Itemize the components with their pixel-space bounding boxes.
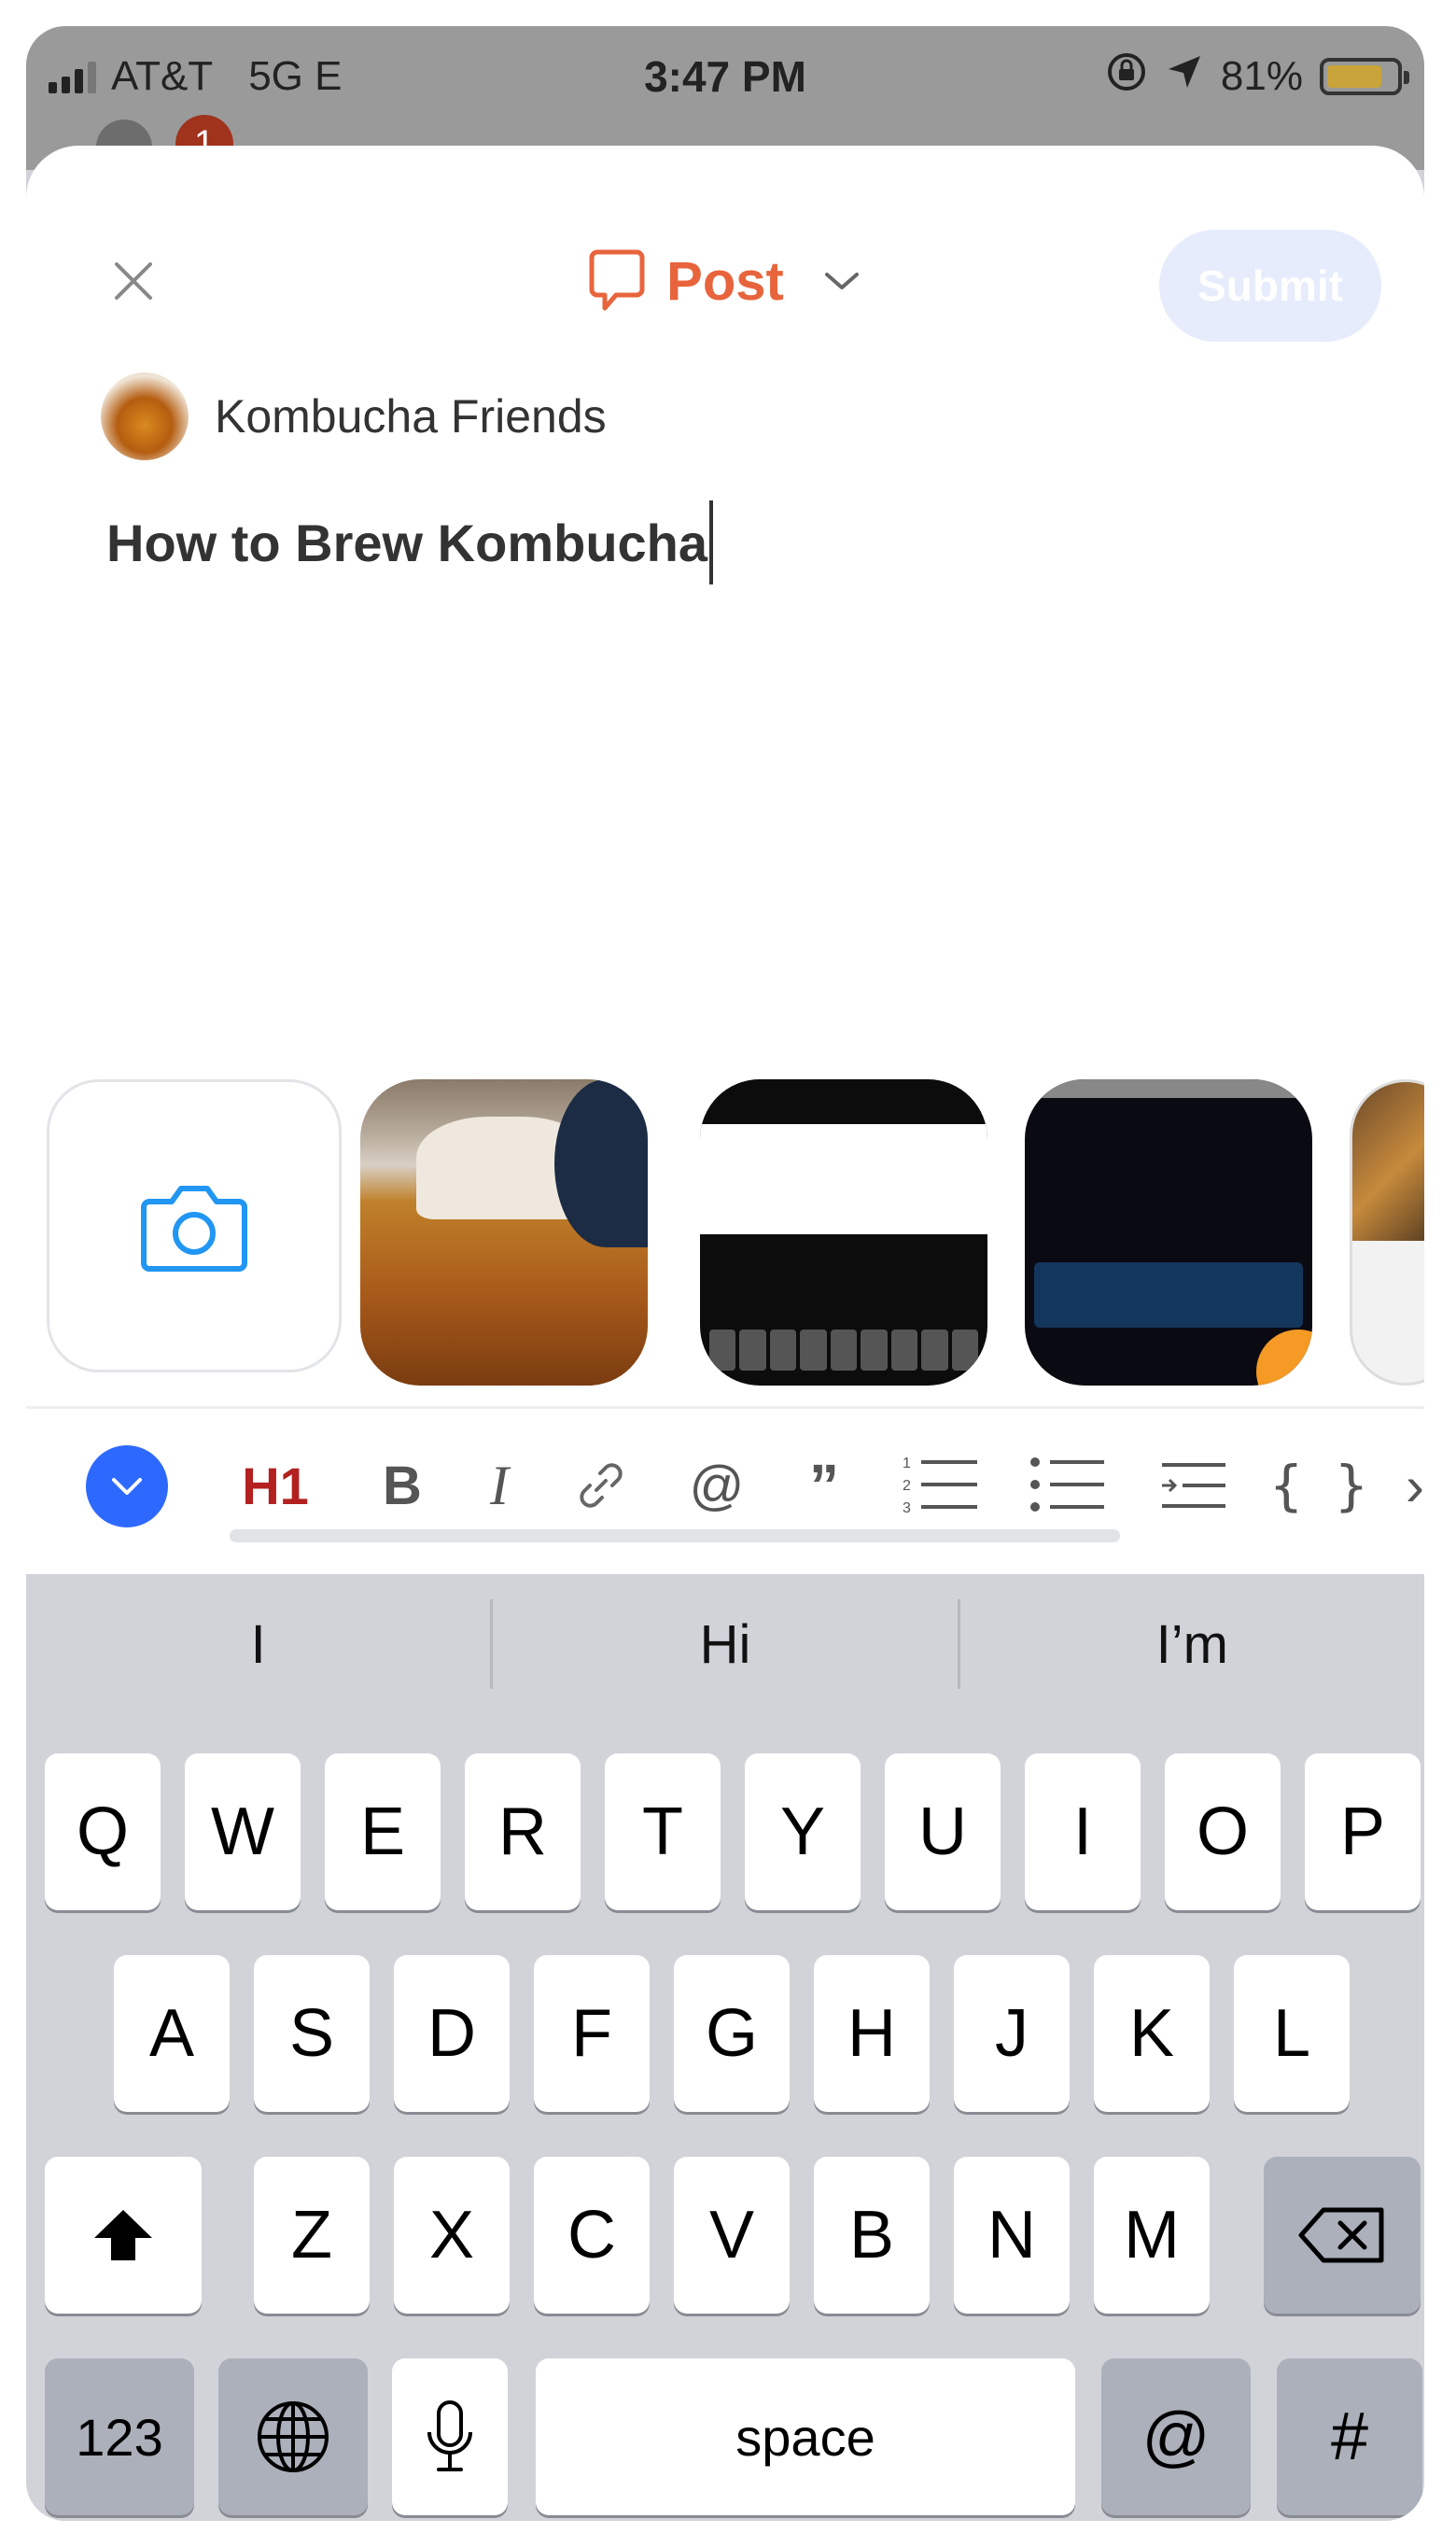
chevron-down-icon [112,1478,142,1495]
key-b[interactable]: B [814,2157,930,2314]
space-avatar [101,373,189,460]
screenshot-keyboard [709,1330,978,1371]
rotation-lock-icon [1105,50,1148,104]
key-t[interactable]: T [605,1753,721,1910]
key-o[interactable]: O [1165,1753,1281,1910]
italic-button[interactable]: I [467,1443,532,1527]
key-m[interactable]: M [1094,2157,1210,2314]
key-c[interactable]: C [534,2157,650,2314]
tiger-image [1352,1082,1424,1241]
code-block-button[interactable]: { } [1267,1443,1370,1527]
shift-icon [94,2210,152,2260]
key-x[interactable]: X [394,2157,510,2314]
key-y[interactable]: Y [745,1753,861,1910]
photo-thumbnail-article[interactable] [1350,1079,1424,1386]
background-person [554,1079,648,1247]
key-w[interactable]: W [185,1753,301,1910]
media-strip [26,1079,1424,1397]
battery-icon [1320,58,1409,95]
space-key[interactable]: space [536,2358,1075,2515]
globe-icon [258,2401,329,2472]
bullet-list-icon [1030,1457,1104,1512]
chevron-down-icon [824,273,859,289]
space-selector[interactable]: Kombucha Friends [101,370,607,463]
delete-key[interactable] [1264,2157,1421,2314]
toolbar-scrollbar[interactable] [230,1529,1120,1542]
photo-thumbnail-compose-screenshot[interactable] [700,1079,987,1386]
key-a[interactable]: A [114,1955,230,2112]
key-i[interactable]: I [1025,1753,1141,1910]
compose-sheet: Post Submit Kombucha Friends How to Brew… [26,146,1424,1574]
text-cursor [709,500,714,584]
link-button[interactable] [564,1443,638,1527]
formatting-toolbar: H1 B I @ ” 1 2 3 {} › [26,1425,1424,1546]
microphone-icon [427,2400,472,2471]
key-n[interactable]: N [954,2157,1070,2314]
numbered-list-icon: 1 2 3 [903,1456,977,1516]
key-e[interactable]: E [325,1753,441,1910]
svg-text:1: 1 [903,1456,911,1471]
title-input[interactable]: How to Brew Kombucha [106,500,714,584]
post-type-label: Post [666,250,784,312]
screenshot-text-area [700,1124,987,1234]
keyboard: I Hi I’m Q W E R T Y U I O P A S D F G H… [26,1574,1424,2521]
svg-text:2: 2 [903,1478,911,1494]
key-p[interactable]: P [1305,1753,1421,1910]
indent-icon [1162,1463,1225,1508]
key-u[interactable]: U [885,1753,1001,1910]
indent-button[interactable] [1142,1443,1245,1527]
bold-button[interactable]: B [370,1443,435,1527]
submit-button[interactable]: Submit [1159,230,1381,342]
at-key[interactable]: @ [1101,2358,1251,2515]
more-formatting-button[interactable]: › [1396,1443,1424,1527]
location-arrow-icon [1165,52,1204,102]
quote-button[interactable]: ” [791,1443,857,1527]
camera-icon [141,1186,247,1272]
key-k[interactable]: K [1094,1955,1210,2112]
key-r[interactable]: R [465,1753,581,1910]
key-q[interactable]: Q [45,1753,161,1910]
key-g[interactable]: G [674,1955,790,2112]
suggestion-2[interactable]: Hi [493,1613,957,1676]
numbers-key[interactable]: 123 [45,2358,194,2515]
key-s[interactable]: S [254,1955,370,2112]
title-text: How to Brew Kombucha [106,513,708,572]
svg-text:3: 3 [903,1500,911,1516]
key-z[interactable]: Z [254,2157,370,2314]
screenshot-header [1025,1079,1312,1098]
backspace-icon [1298,2207,1384,2263]
battery-percent: 81% [1220,53,1303,99]
toolbar-divider [26,1406,1424,1409]
photo-thumbnail-space-screenshot[interactable] [1025,1079,1312,1386]
suggestion-1[interactable]: I [26,1613,490,1676]
collapse-keyboard-button[interactable] [86,1445,168,1527]
battery-fill [1327,65,1382,88]
camera-button[interactable] [47,1079,342,1372]
space-name: Kombucha Friends [215,390,607,443]
key-j[interactable]: J [954,1955,1070,2112]
screenshot-fab [1256,1330,1312,1386]
key-v[interactable]: V [674,2157,790,2314]
hash-key[interactable]: # [1277,2358,1422,2515]
status-right: 81% [1105,39,1409,114]
suggestion-3[interactable]: I’m [960,1613,1424,1676]
shift-key[interactable] [45,2157,202,2314]
ordered-list-button[interactable]: 1 2 3 [889,1443,991,1527]
phone-screen: AT&T 5G E 3:47 PM 81% 1 Post Submit Komb… [26,26,1424,2521]
key-h[interactable]: H [814,1955,930,2112]
mention-button[interactable]: @ [679,1443,754,1527]
speech-bubble-icon [589,249,645,311]
dictation-key[interactable] [392,2358,508,2515]
bullet-list-button[interactable] [1015,1443,1118,1527]
suggestion-bar: I Hi I’m [26,1574,1424,1714]
key-d[interactable]: D [394,1955,510,2112]
key-f[interactable]: F [534,1955,650,2112]
link-icon [580,1463,623,1508]
photo-thumbnail-kombucha[interactable] [360,1079,648,1386]
key-l[interactable]: L [1234,1955,1350,2112]
heading-button[interactable]: H1 [224,1443,327,1527]
screenshot-banner [1034,1262,1303,1328]
globe-key[interactable] [218,2358,368,2515]
